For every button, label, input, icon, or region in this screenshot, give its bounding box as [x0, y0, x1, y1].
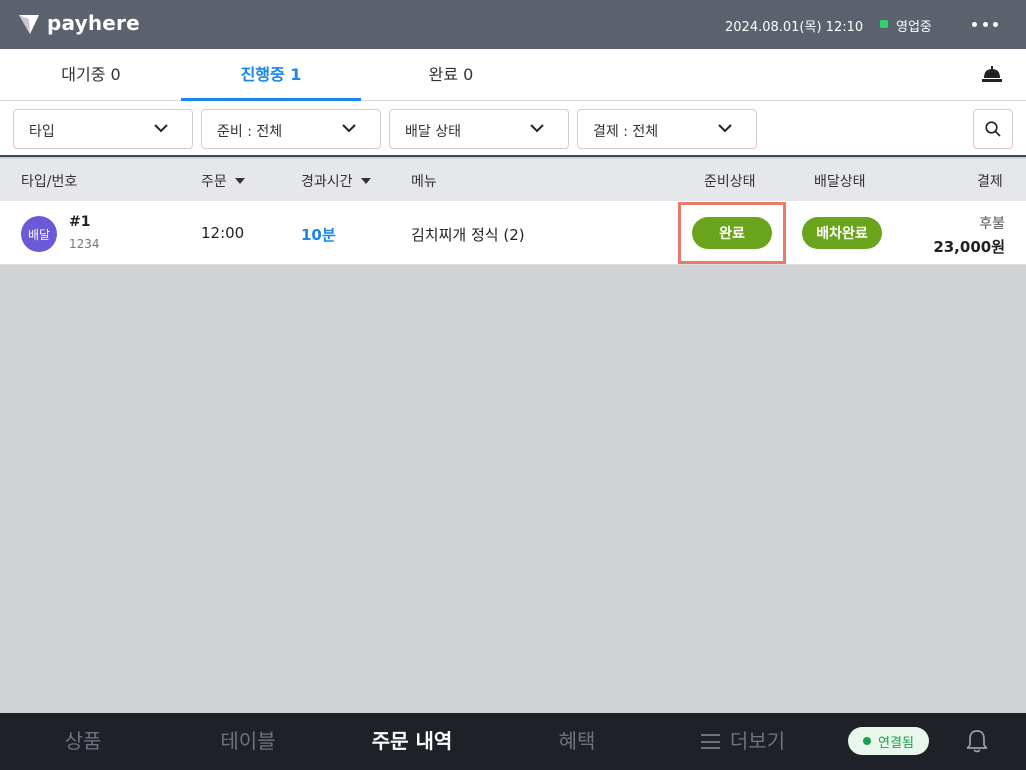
- table-header: 타입/번호 주문 경과시간 메뉴 준비상태 배달상태 결제: [0, 159, 1026, 201]
- status-dot: [880, 20, 888, 28]
- payment-filter-label: 결제 : 전체: [593, 124, 659, 140]
- order-sub-number: 1234: [69, 237, 100, 251]
- datetime: 2024.08.01(목) 12:10: [725, 20, 864, 35]
- menu-icon: [700, 734, 720, 749]
- type-filter-label: 타입: [29, 124, 55, 140]
- prep-filter-dropdown[interactable]: 준비 : 전체: [201, 109, 381, 149]
- tab-waiting[interactable]: 대기중 0: [1, 49, 181, 101]
- order-status-tabs: 대기중 0 진행중 1 완료 0: [0, 49, 1026, 101]
- sort-down-icon[interactable]: [360, 178, 371, 184]
- connection-dot: [863, 737, 872, 745]
- type-filter-dropdown[interactable]: 타입: [13, 109, 193, 149]
- nav-tables[interactable]: 테이블: [166, 713, 330, 770]
- order-time: 12:00: [201, 224, 245, 242]
- bottom-nav: 상품 테이블 주문 내역 혜택 더보기 연결됨: [0, 713, 1026, 770]
- search-button[interactable]: [973, 109, 1013, 149]
- notification-bell-icon[interactable]: [966, 729, 988, 753]
- business-status: 영업중: [896, 20, 932, 35]
- nav-products[interactable]: 상품: [0, 713, 166, 770]
- payment-amount: 23,000원: [933, 238, 1005, 256]
- menu-name: 김치찌개 정식 (2): [411, 226, 525, 244]
- nav-more-label: 더보기: [729, 729, 786, 753]
- top-bar: payhere 2024.08.01(목) 12:10 영업중: [0, 0, 1026, 49]
- column-type-number: 타입/번호: [21, 174, 78, 190]
- column-elapsed[interactable]: 경과시간: [301, 171, 371, 191]
- nav-benefits[interactable]: 혜택: [494, 713, 660, 770]
- column-payment: 결제: [977, 174, 1003, 190]
- sort-down-icon[interactable]: [234, 178, 245, 184]
- delivery-status-button[interactable]: 배차완료: [802, 217, 882, 249]
- payment-filter-dropdown[interactable]: 결제 : 전체: [577, 109, 757, 149]
- chevron-down-icon: [154, 124, 168, 133]
- elapsed-time: 10분: [301, 226, 336, 244]
- chevron-down-icon: [530, 124, 544, 133]
- chevron-down-icon: [718, 124, 732, 133]
- payment-type: 후불: [979, 216, 1005, 232]
- more-icon[interactable]: [972, 14, 998, 34]
- tab-completed[interactable]: 완료 0: [361, 49, 541, 101]
- column-order[interactable]: 주문: [201, 171, 245, 191]
- payhere-logo-icon: [19, 15, 39, 34]
- delivery-type-badge: 배달: [21, 216, 57, 252]
- column-menu: 메뉴: [411, 174, 437, 190]
- nav-more[interactable]: 더보기: [660, 713, 826, 770]
- prep-status-button[interactable]: 완료: [692, 217, 772, 249]
- table-row[interactable]: 배달 #1 1234 12:00 10분 김치찌개 정식 (2) 완료 배차완료…: [0, 201, 1026, 265]
- delivery-filter-dropdown[interactable]: 배달 상태: [389, 109, 569, 149]
- nav-order-history[interactable]: 주문 내역: [330, 713, 494, 770]
- order-number: #1: [69, 214, 91, 230]
- tab-in-progress[interactable]: 진행중 1: [181, 49, 361, 101]
- bell-service-icon[interactable]: [982, 66, 1002, 82]
- brand-logo: payhere: [18, 11, 140, 35]
- connection-status-badge: 연결됨: [848, 727, 929, 755]
- search-icon: [985, 121, 1001, 137]
- chevron-down-icon: [342, 124, 356, 133]
- filter-bar: 타입 준비 : 전체 배달 상태 결제 : 전체: [0, 101, 1026, 157]
- delivery-filter-label: 배달 상태: [405, 124, 461, 140]
- column-prep-status: 준비상태: [704, 174, 756, 190]
- prep-filter-label: 준비 : 전체: [217, 124, 283, 140]
- connection-status: 연결됨: [878, 735, 914, 751]
- brand-name: payhere: [47, 11, 140, 35]
- column-delivery-status: 배달상태: [814, 174, 866, 190]
